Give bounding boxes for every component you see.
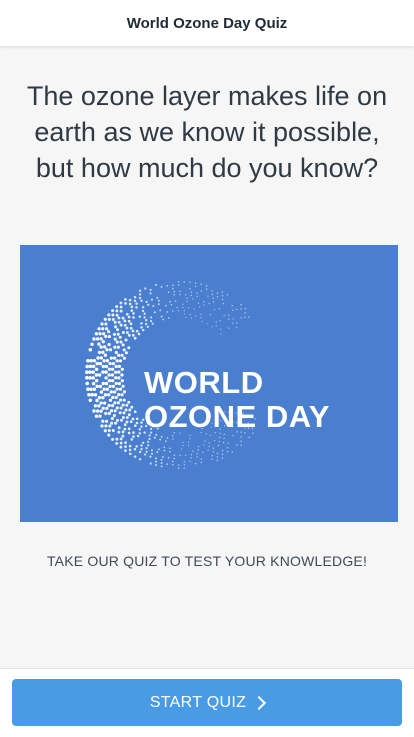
top-bar: World Ozone Day Quiz <box>0 0 414 46</box>
page-title: World Ozone Day Quiz <box>127 15 288 32</box>
footer-bar: START QUIZ <box>0 668 414 737</box>
start-quiz-label: START QUIZ <box>150 694 246 712</box>
banner-logo-text: WORLD OZONE DAY <box>144 366 330 434</box>
banner-line-1: WORLD <box>144 366 330 400</box>
quiz-subtitle: TAKE OUR QUIZ TO TEST YOUR KNOWLEDGE! <box>0 553 414 569</box>
world-ozone-day-banner: WORLD OZONE DAY <box>20 245 398 522</box>
start-quiz-button[interactable]: START QUIZ <box>12 679 402 726</box>
chevron-right-icon <box>252 696 266 710</box>
headline: The ozone layer makes life on earth as w… <box>0 78 414 186</box>
banner-line-2: OZONE DAY <box>144 400 330 434</box>
